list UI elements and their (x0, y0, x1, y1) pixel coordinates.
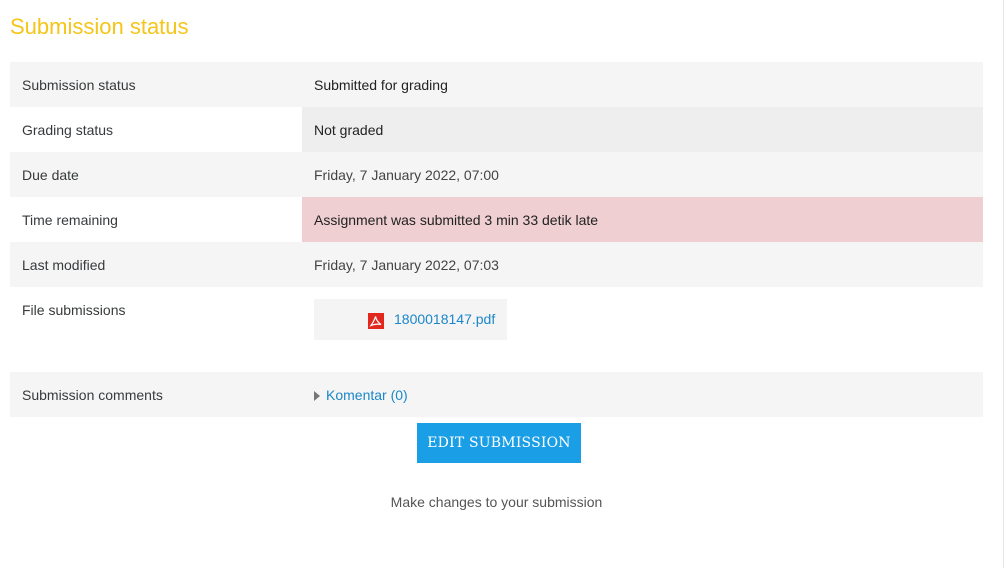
edit-submission-help-text: Make changes to your submission (390, 494, 603, 510)
grading-status-value: Not graded (302, 107, 983, 152)
submission-status-table: Submission status Submitted for grading … (10, 62, 983, 417)
page-title: Submission status (10, 14, 189, 39)
file-submissions-label: File submissions (10, 287, 302, 372)
submission-status-value: Submitted for grading (302, 62, 983, 107)
table-row: Submission comments Komentar (0) (10, 372, 983, 417)
table-row: Grading status Not graded (10, 107, 983, 152)
due-date-label: Due date (10, 152, 302, 197)
edit-submission-button[interactable]: EDIT SUBMISSION (417, 423, 581, 463)
pdf-icon (368, 313, 384, 329)
time-remaining-label: Time remaining (10, 197, 302, 242)
comments-toggle-link[interactable]: Komentar (0) (326, 387, 408, 403)
last-modified-value: Friday, 7 January 2022, 07:03 (302, 242, 983, 287)
file-item: 1800018147.pdf (314, 299, 508, 340)
table-row: Time remaining Assignment was submitted … (10, 197, 983, 242)
table-row: Submission status Submitted for grading (10, 62, 983, 107)
submission-comments-value: Komentar (0) (302, 372, 983, 417)
table-row: Last modified Friday, 7 January 2022, 07… (10, 242, 983, 287)
grading-status-label: Grading status (10, 107, 302, 152)
due-date-value: Friday, 7 January 2022, 07:00 (302, 152, 983, 197)
last-modified-label: Last modified (10, 242, 302, 287)
file-download-link[interactable]: 1800018147.pdf (394, 311, 495, 327)
file-submissions-value: 1800018147.pdf (302, 287, 983, 372)
submission-comments-label: Submission comments (10, 372, 302, 417)
caret-right-icon[interactable] (314, 390, 320, 401)
submission-status-label: Submission status (10, 62, 302, 107)
time-remaining-value: Assignment was submitted 3 min 33 detik … (302, 197, 983, 242)
table-row: File submissions 1800018147.pdf (10, 287, 983, 372)
table-row: Due date Friday, 7 January 2022, 07:00 (10, 152, 983, 197)
